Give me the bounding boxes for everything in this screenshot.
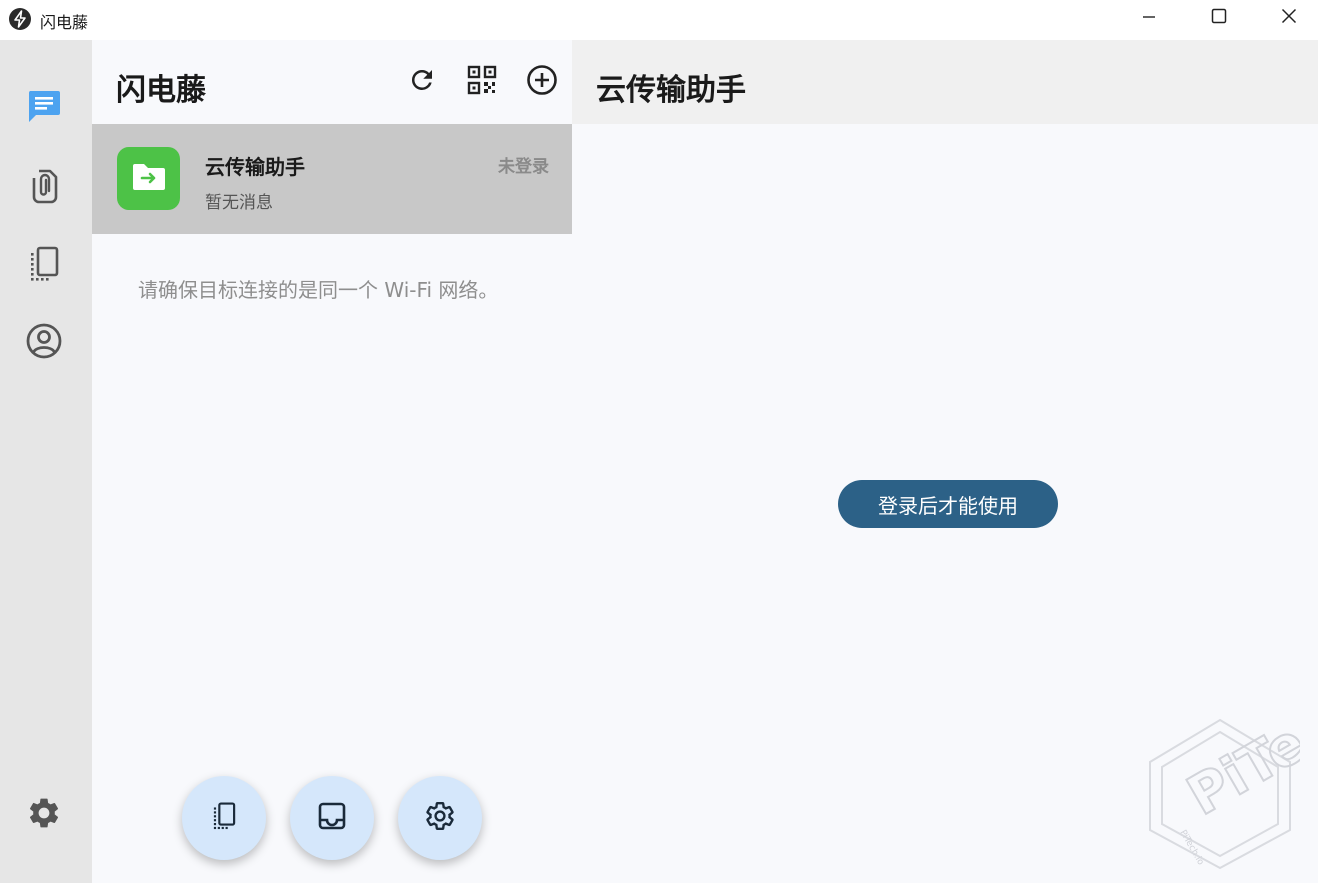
- qr-code-icon: [467, 65, 497, 99]
- refresh-icon: [407, 65, 437, 99]
- conversation-list-panel: 闪电藤 云传输助手 暂无消息 未登录 请确保目标连接的是同一个 Wi-Fi 网络…: [92, 40, 572, 883]
- watermark-text: PiTech: [1177, 712, 1300, 828]
- title-bar: 闪电藤: [0, 0, 1318, 40]
- lightning-bolt-icon: [8, 7, 32, 31]
- login-required-button[interactable]: 登录后才能使用: [838, 480, 1058, 528]
- wifi-tip-text: 请确保目标连接的是同一个 Wi-Fi 网络。: [138, 278, 499, 302]
- add-circle-icon: [526, 64, 558, 100]
- app-title: 闪电藤: [116, 73, 206, 108]
- rail-item-messages[interactable]: [22, 86, 66, 130]
- login-status-badge: 未登录: [498, 157, 549, 177]
- detail-header: 云传输助手: [572, 40, 1318, 124]
- inbox-fab-button[interactable]: [290, 776, 374, 860]
- device-copy-icon: [26, 245, 62, 287]
- conversation-last-message: 暂无消息: [205, 193, 273, 213]
- gear-icon: [424, 800, 456, 836]
- rail-settings-button[interactable]: [22, 793, 66, 837]
- avatar: [117, 147, 180, 210]
- close-icon: [1281, 8, 1297, 28]
- attachment-clip-icon: [26, 167, 62, 209]
- clipboard-fab-button[interactable]: [182, 776, 266, 860]
- refresh-button[interactable]: [402, 62, 442, 102]
- detail-title: 云传输助手: [596, 73, 746, 108]
- conversation-name: 云传输助手: [205, 155, 305, 179]
- maximize-button[interactable]: [1184, 0, 1254, 36]
- minimize-icon: [1142, 9, 1156, 28]
- maximize-icon: [1211, 8, 1227, 28]
- add-button[interactable]: [522, 62, 562, 102]
- settings-fab-button[interactable]: [398, 776, 482, 860]
- watermark-logo: PiTech PiTech.io: [1140, 675, 1318, 872]
- rail-item-clipboard[interactable]: [22, 244, 66, 288]
- inbox-tray-icon: [317, 801, 347, 835]
- list-header: 闪电藤: [92, 40, 572, 124]
- conversation-item[interactable]: 云传输助手 暂无消息 未登录: [92, 124, 572, 234]
- close-button[interactable]: [1254, 0, 1318, 36]
- folder-transfer-icon: [129, 157, 169, 201]
- gear-icon: [26, 795, 62, 835]
- device-copy-icon: [210, 801, 238, 835]
- account-circle-icon: [25, 322, 63, 364]
- chat-bubble-icon: [25, 87, 63, 129]
- rail-item-account[interactable]: [22, 321, 66, 365]
- minimize-button[interactable]: [1114, 0, 1184, 36]
- qr-code-button[interactable]: [462, 62, 502, 102]
- rail-item-files[interactable]: [22, 166, 66, 210]
- navigation-rail: [0, 40, 92, 883]
- window-title: 闪电藤: [40, 13, 89, 32]
